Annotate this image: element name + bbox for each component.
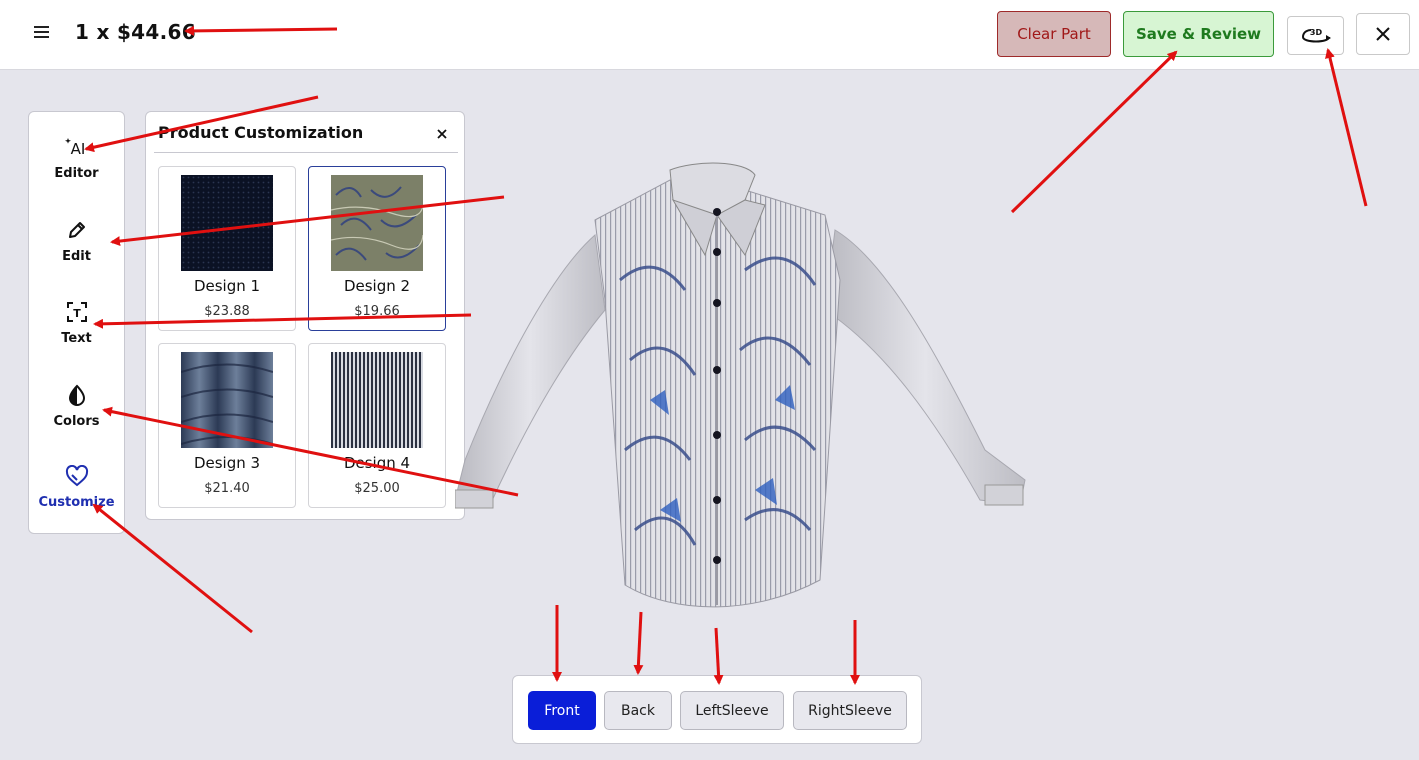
tool-label: Text [61, 331, 92, 346]
top-bar: 1 x $44.66 Clear Part Save & Review 3D [0, 0, 1419, 70]
tool-label: Edit [62, 249, 91, 264]
tool-customize[interactable]: Customize [29, 463, 124, 533]
design-price: $19.66 [354, 304, 400, 319]
design-price: $23.88 [204, 304, 250, 319]
design-price: $21.40 [204, 481, 250, 496]
design-name: Design 3 [193, 454, 261, 472]
design-swatch [181, 352, 273, 448]
clear-part-button[interactable]: Clear Part [997, 11, 1111, 57]
panel-title: Product Customization [158, 123, 364, 142]
view-front-button[interactable]: Front [528, 691, 596, 730]
view-right-sleeve-button[interactable]: RightSleeve [793, 691, 907, 730]
tool-ai-editor[interactable]: AI Editor [29, 134, 124, 204]
design-card[interactable]: Design 1 $23.88 [158, 166, 296, 331]
close-icon [437, 129, 447, 139]
panel-close-button[interactable] [433, 125, 451, 143]
shirt-3d-preview[interactable] [454, 160, 1035, 625]
product-customization-panel: Product Customization Design 1 $23.88 De… [145, 111, 465, 520]
design-card[interactable]: Design 4 $25.00 [308, 343, 446, 508]
cart-price-summary: 1 x $44.66 [75, 20, 196, 44]
design-card[interactable]: Design 2 $19.66 [308, 166, 446, 331]
panel-divider [154, 152, 458, 153]
view-switcher: Front Back LeftSleeve RightSleeve [512, 675, 922, 744]
design-name: Design 1 [193, 277, 261, 295]
half-drop-icon [64, 382, 90, 408]
shirt-image [454, 162, 1026, 608]
close-icon [1376, 27, 1390, 41]
view-back-button[interactable]: Back [604, 691, 672, 730]
design-swatch [331, 352, 423, 448]
tool-label: Customize [38, 495, 115, 510]
heart-outline-icon [64, 463, 90, 489]
design-price: $25.00 [354, 481, 400, 496]
ai-icon-glyph: AI [70, 140, 85, 158]
save-review-button[interactable]: Save & Review [1123, 11, 1274, 57]
tool-text[interactable]: T Text [29, 299, 124, 369]
design-swatch [181, 175, 273, 271]
hamburger-menu-button[interactable] [30, 20, 54, 44]
pencil-icon [64, 217, 90, 243]
design-card[interactable]: Design 3 $21.40 [158, 343, 296, 508]
tool-colors[interactable]: Colors [29, 382, 124, 452]
3d-view-button[interactable]: 3D [1287, 16, 1344, 55]
3d-rotate-icon: 3D [1301, 28, 1331, 42]
tool-edit[interactable]: Edit [29, 217, 124, 287]
design-swatch [331, 175, 423, 271]
tool-sidebar: AI Editor Edit T Text Colors Customize [28, 111, 125, 534]
design-name: Design 2 [343, 277, 411, 295]
text-icon-glyph: T [73, 307, 81, 320]
ai-sparkle-icon: AI [64, 134, 90, 160]
3d-rotate-label: 3D [1309, 28, 1322, 37]
tool-label: Editor [54, 166, 99, 181]
close-button[interactable] [1356, 13, 1410, 55]
hamburger-icon [34, 26, 49, 38]
text-frame-icon: T [64, 299, 90, 325]
view-left-sleeve-button[interactable]: LeftSleeve [680, 691, 784, 730]
design-name: Design 4 [343, 454, 411, 472]
tool-label: Colors [53, 414, 100, 429]
